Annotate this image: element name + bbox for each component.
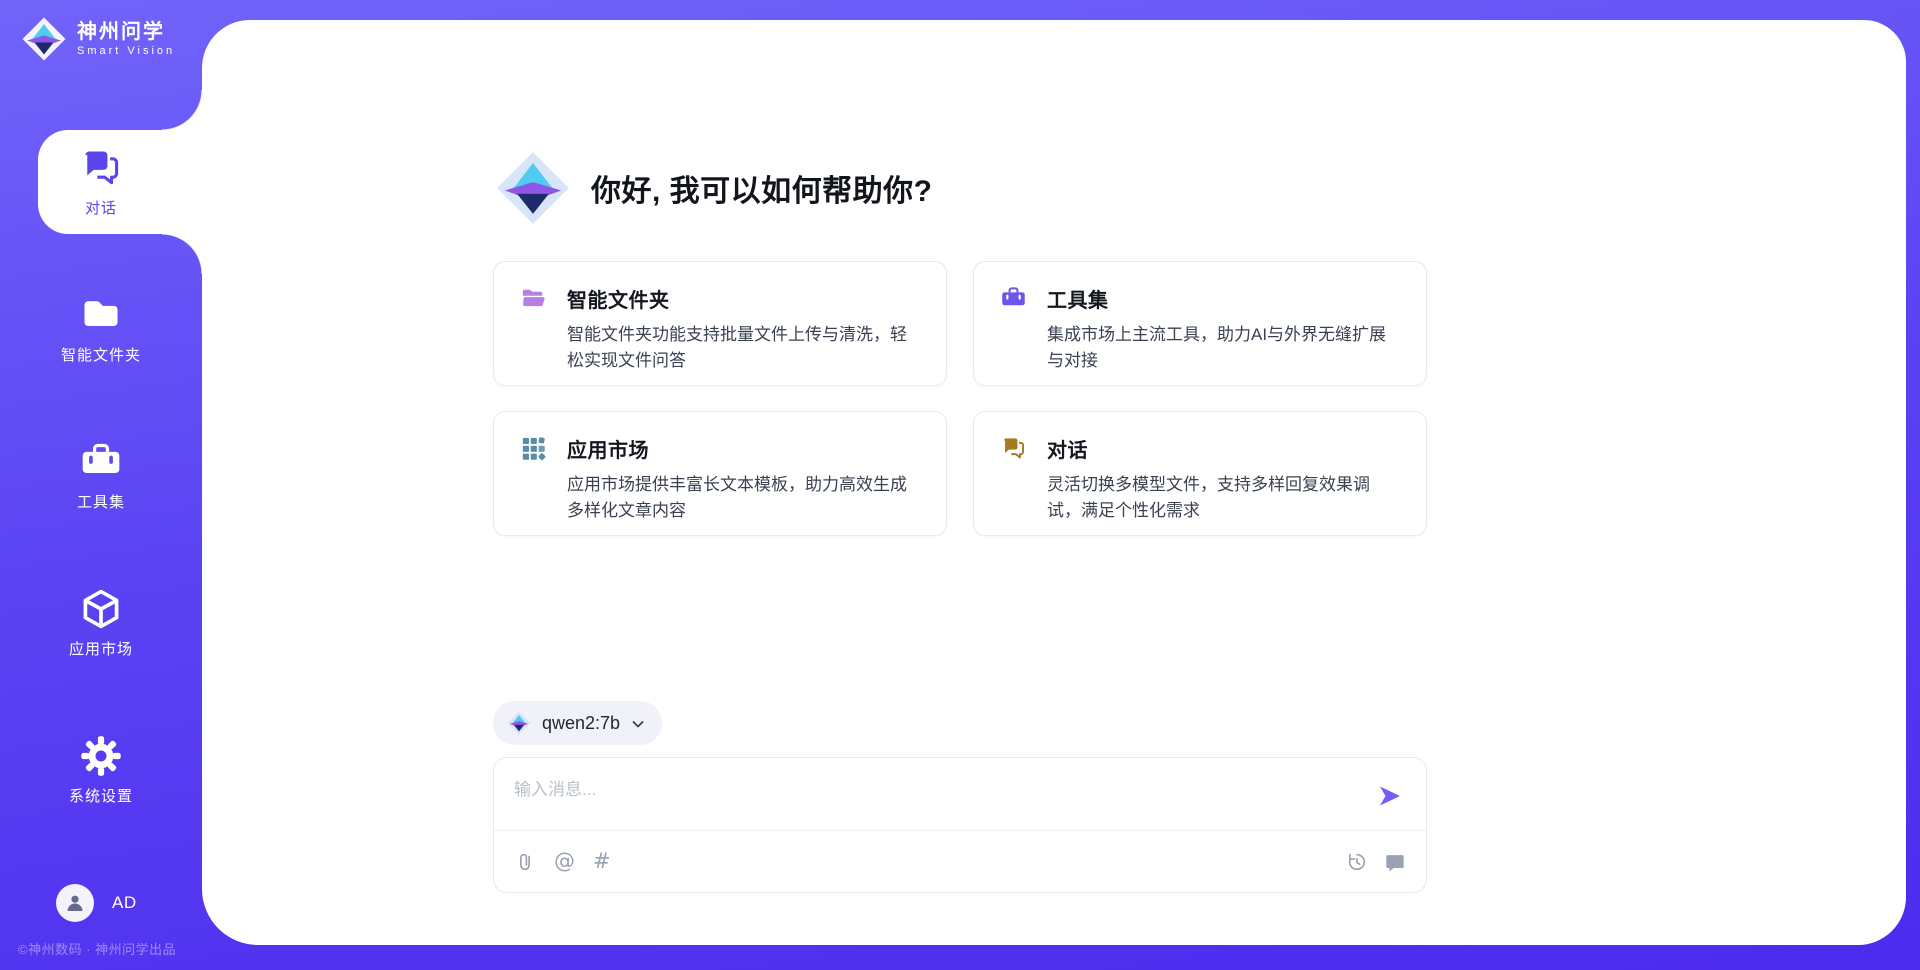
sidebar: 神州问学 Smart Vision 对话 智能文件夹 工具集 (0, 0, 202, 970)
send-icon[interactable] (1377, 783, 1403, 809)
at-sign-icon[interactable]: @ (554, 851, 575, 872)
sidebar-item-label: 系统设置 (69, 785, 133, 806)
chat-bubbles-icon (1000, 435, 1027, 462)
app-logo: 神州问学 Smart Vision (20, 15, 175, 63)
card-description: 灵活切换多模型文件，支持多样回复效果调试，满足个性化需求 (1047, 472, 1400, 523)
message-input[interactable] (494, 758, 1350, 835)
brand-name: 神州问学 (77, 21, 175, 43)
greeting-block: 你好, 我可以如何帮助你? (493, 148, 1427, 228)
grid-icon (520, 435, 547, 462)
brand-diamond-icon (493, 148, 573, 228)
card-title: 应用市场 (567, 434, 649, 463)
sidebar-item-smart-folders[interactable]: 智能文件夹 (0, 277, 202, 381)
model-name: qwen2:7b (542, 713, 620, 734)
card-title: 对话 (1047, 434, 1088, 463)
hash-icon[interactable]: # (593, 851, 611, 872)
history-icon[interactable] (1346, 851, 1368, 873)
copyright-text: ©神州数码 · 神州问学出品 (18, 939, 176, 958)
person-icon (63, 891, 87, 915)
sidebar-item-chat[interactable]: 对话 (0, 130, 202, 234)
sidebar-item-label: 智能文件夹 (61, 344, 141, 365)
paperclip-icon[interactable] (514, 851, 536, 873)
sidebar-item-label: 工具集 (77, 491, 125, 512)
feature-cards: 智能文件夹 智能文件夹功能支持批量文件上传与清洗，轻松实现文件问答 工具集 集成… (493, 261, 1427, 536)
sidebar-item-app-market[interactable]: 应用市场 (0, 571, 202, 675)
card-app-market[interactable]: 应用市场 应用市场提供丰富长文本模板，助力高效生成多样化文章内容 (493, 411, 947, 536)
cube-icon (79, 587, 123, 631)
message-composer: @ # (493, 757, 1427, 893)
composer-toolbar: @ # (494, 830, 1426, 892)
sidebar-nav: 对话 智能文件夹 工具集 应用市场 (0, 130, 202, 865)
chat-bubbles-icon (79, 146, 123, 190)
card-toolset[interactable]: 工具集 集成市场上主流工具，助力AI与外界无缝扩展与对接 (973, 261, 1427, 386)
user-name: AD (112, 893, 137, 913)
card-description: 智能文件夹功能支持批量文件上传与清洗，轻松实现文件问答 (567, 322, 920, 373)
brand-diamond-icon (20, 15, 68, 63)
toolbox-icon (79, 440, 123, 484)
chat-home: 你好, 我可以如何帮助你? 智能文件夹 智能文件夹功能支持批量文件上传与清洗，轻… (493, 0, 1427, 893)
folder-icon (79, 293, 123, 337)
card-description: 应用市场提供丰富长文本模板，助力高效生成多样化文章内容 (567, 472, 920, 523)
card-title: 智能文件夹 (567, 284, 670, 313)
sidebar-item-label: 对话 (85, 197, 117, 218)
model-selector[interactable]: qwen2:7b (493, 701, 662, 745)
brand-subtitle: Smart Vision (77, 45, 175, 57)
card-smart-folders[interactable]: 智能文件夹 智能文件夹功能支持批量文件上传与清洗，轻松实现文件问答 (493, 261, 947, 386)
card-title: 工具集 (1047, 284, 1109, 313)
card-chat[interactable]: 对话 灵活切换多模型文件，支持多样回复效果调试，满足个性化需求 (973, 411, 1427, 536)
greeting-text: 你好, 我可以如何帮助你? (591, 166, 933, 210)
folder-open-icon (520, 285, 547, 312)
sidebar-item-toolset[interactable]: 工具集 (0, 424, 202, 528)
sidebar-item-settings[interactable]: 系统设置 (0, 718, 202, 822)
gear-icon (79, 734, 123, 778)
avatar (56, 884, 94, 922)
brand-diamond-icon (506, 710, 532, 736)
chevron-down-icon (630, 716, 646, 732)
briefcase-icon (1000, 285, 1027, 312)
message-icon[interactable] (1384, 851, 1406, 873)
user-account[interactable]: AD (56, 884, 137, 922)
sidebar-item-label: 应用市场 (69, 638, 133, 659)
card-description: 集成市场上主流工具，助力AI与外界无缝扩展与对接 (1047, 322, 1400, 373)
